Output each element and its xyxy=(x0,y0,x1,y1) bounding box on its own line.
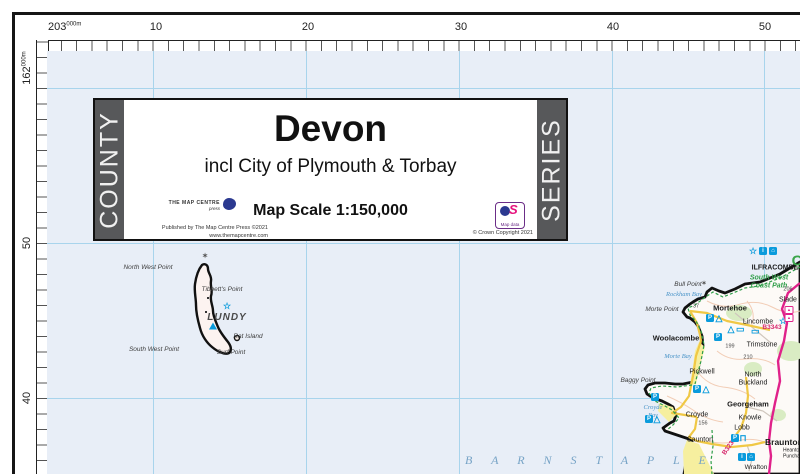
label-woolacombe: Woolacombe xyxy=(652,333,700,343)
label-morte-bay: Morte Bay xyxy=(664,352,692,360)
museum-icon-braunton: ⌂ xyxy=(747,453,755,461)
parking-icon-baggy: P xyxy=(651,393,659,401)
label-saunton: Saunton xyxy=(686,436,714,444)
os-badge-label: Map data xyxy=(500,222,520,227)
label-braunton: Braunton xyxy=(765,436,800,447)
lighthouse-icon-bull-point: ✶ xyxy=(701,281,707,287)
grid-label-northing-origin: 162000m xyxy=(21,51,33,85)
label-tibbetts-point: Tibbett's Point xyxy=(201,285,243,293)
label-trimstone: Trimstone xyxy=(746,341,778,349)
map-centre-logo-press: press xyxy=(208,206,220,211)
label-mortehoe: Mortehoe xyxy=(713,303,747,313)
label-north-buckland-2: Buckland xyxy=(738,379,768,387)
label-baggy-point: Baggy Point xyxy=(620,376,656,384)
star-icon-lundy: ☆ xyxy=(223,301,232,311)
label-punchardon: Punchardon xyxy=(783,453,800,460)
title-box-center: Devon incl City of Plymouth & Torbay Map… xyxy=(124,100,537,239)
label-coast-path-1: South West xyxy=(749,274,789,282)
label-croyde-bay-1: Croyde xyxy=(643,403,663,411)
label-barnstaple-bay: B A R N S T A P L E xyxy=(465,453,714,467)
label-bull-point: Bull Point xyxy=(674,280,702,288)
caravan-icon-1: ▭ xyxy=(736,324,745,334)
grid-label-easting-20: 20 xyxy=(301,21,315,33)
label-spot-210: 210 xyxy=(743,354,753,361)
os-map-data-badge: S Map data xyxy=(495,202,525,229)
parking-icon-1: P xyxy=(706,314,714,322)
map-title: Devon xyxy=(273,108,388,149)
grid-label-easting-50: 50 xyxy=(758,21,772,33)
label-rockham-bay: Rockham Bay xyxy=(666,290,702,298)
grid-label-easting-origin: 203000m xyxy=(48,21,82,33)
parking-icon-croyde: P xyxy=(693,385,701,393)
label-morte-point: Morte Point xyxy=(645,305,679,313)
grid-label-northing-40: 40 xyxy=(21,391,33,405)
info-icon-braunton: i xyxy=(738,453,746,461)
grid-label-easting-30: 30 xyxy=(454,21,468,33)
publisher-lines: Published by The Map Centre Press ©2021 … xyxy=(128,224,268,241)
published-by-line: Published by The Map Centre Press ©2021 xyxy=(161,225,268,231)
star-icon-ilfracombe: ☆ xyxy=(749,246,758,256)
campsite-icon-2: △ xyxy=(727,324,735,334)
label-coast-path-2: Coast Path xyxy=(750,282,788,290)
label-south-west-point: South West Point xyxy=(128,345,180,353)
grid-label-easting-40: 40 xyxy=(606,21,620,33)
label-georgeham: Georgeham xyxy=(727,399,769,409)
label-knowle: Knowle xyxy=(738,414,762,422)
label-green-c: C xyxy=(791,252,800,270)
sheet-frame-top xyxy=(12,12,800,15)
county-bar: COUNTY xyxy=(95,100,124,239)
os-logo-s: S xyxy=(509,202,518,217)
label-north-buckland-1: North xyxy=(744,371,762,379)
series-bar: SERIES xyxy=(537,100,566,239)
parking-icon-croyde-bay: P xyxy=(645,415,653,423)
museum-icon-ilfracombe: ⌂ xyxy=(769,247,777,255)
map-area: North West Point Tibbett's Point LUNDY R… xyxy=(47,51,800,474)
label-rat-island: Rat Island xyxy=(233,332,263,340)
label-spot-156: 156 xyxy=(698,420,708,427)
label-spot-199: 199 xyxy=(725,343,735,350)
label-croyde: Croyde xyxy=(685,411,709,419)
lighthouse-icon: ✶ xyxy=(202,253,208,260)
label-slade: Slade xyxy=(779,296,797,304)
title-box: COUNTY Devon incl City of Plymouth & Tor… xyxy=(93,98,568,241)
acorn-icon-1: ▲ xyxy=(784,306,794,314)
grid-label-northing-50: 50 xyxy=(21,236,33,250)
map-subtitle: incl City of Plymouth & Torbay xyxy=(204,156,457,177)
campsite-icon-lundy xyxy=(209,322,217,330)
campsite-icon-croyde: △ xyxy=(702,384,710,394)
label-lundy: LUNDY xyxy=(207,312,247,323)
county-bar-text: COUNTY xyxy=(95,110,123,229)
label-lobb: Lobb xyxy=(734,424,750,432)
info-icon-ilfracombe: i xyxy=(759,247,767,255)
publisher-website: www.themapcentre.com xyxy=(209,233,268,240)
parking-icon-2: P xyxy=(714,333,722,341)
sheet-frame-left xyxy=(12,12,15,474)
picnic-icon-braunton: ⊓ xyxy=(739,433,747,443)
label-surf-point: Surf Point xyxy=(216,348,246,356)
campsite-icon-croyde-bay: △ xyxy=(653,414,661,424)
label-spot-206: 206 xyxy=(783,286,793,293)
grid-label-easting-10: 10 xyxy=(149,21,163,33)
acorn-icon-2: ▲ xyxy=(784,314,794,322)
label-pickwell: Pickwell xyxy=(689,368,715,376)
series-bar-text: SERIES xyxy=(537,117,565,222)
label-spot-37: 37 xyxy=(692,303,700,310)
crown-copyright: © Crown Copyright 2021 xyxy=(472,230,533,236)
parking-icon-braunton: P xyxy=(731,434,739,442)
label-wrafton: Wrafton xyxy=(744,463,768,471)
caravan-icon-2: ▭ xyxy=(751,326,760,336)
campsite-icon-1: △ xyxy=(715,313,723,323)
map-centre-logo: THE MAP CENTRE press xyxy=(128,198,236,211)
label-north-west-point: North West Point xyxy=(123,263,173,271)
